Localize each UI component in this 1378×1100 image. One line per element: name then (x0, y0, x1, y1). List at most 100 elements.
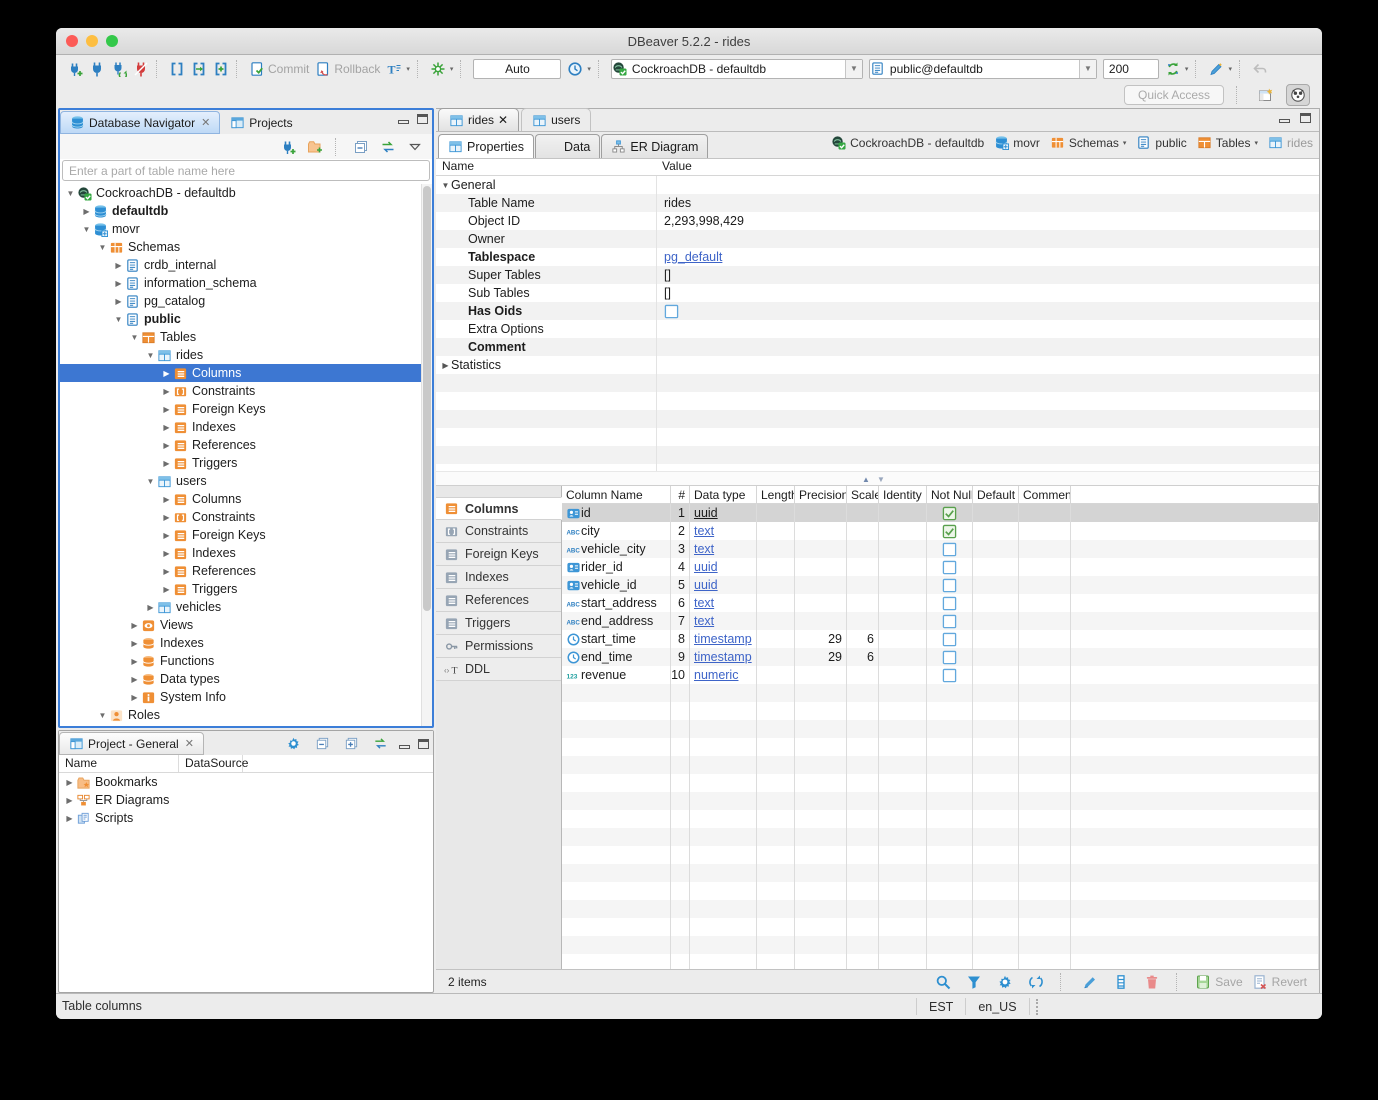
tree-collapsed-arrow-icon[interactable]: ▶ (160, 585, 173, 594)
column-row-start_address[interactable]: ABCstart_address6text (562, 594, 1319, 612)
transaction-log-button[interactable]: ▾ (565, 60, 593, 78)
column-row-id[interactable]: id1uuid (562, 504, 1319, 522)
tree-item-movr[interactable]: ▼movr (60, 220, 432, 238)
tree-collapsed-arrow-icon[interactable]: ▶ (112, 297, 125, 306)
column-not-null[interactable] (927, 576, 973, 594)
tree-item-constraints[interactable]: ▶Constraints (60, 508, 432, 526)
detail-tab-indexes[interactable]: Indexes (436, 566, 561, 589)
run-config-button[interactable]: ▾ (428, 60, 456, 78)
datatype-link[interactable]: text (694, 524, 714, 538)
project-item-bookmarks[interactable]: ▶Bookmarks (59, 773, 433, 791)
tree-collapsed-arrow-icon[interactable]: ▶ (63, 814, 76, 823)
column-row-vehicle_id[interactable]: vehicle_id5uuid (562, 576, 1319, 594)
column-header-data-type[interactable]: Data type (690, 486, 757, 503)
tree-collapsed-arrow-icon[interactable]: ▶ (112, 261, 125, 270)
tree-item-constraints[interactable]: ▶Constraints (60, 382, 432, 400)
maximize-part-button[interactable] (417, 114, 428, 124)
tree-expanded-arrow-icon[interactable]: ▼ (128, 333, 141, 342)
properties-name-header[interactable]: Name (436, 159, 656, 175)
detail-tab-references[interactable]: References (436, 589, 561, 612)
close-tab-icon[interactable]: ✕ (498, 113, 508, 127)
tree-item-columns[interactable]: ▶Columns (60, 364, 432, 382)
property-row-object-id[interactable]: Object ID2,293,998,429 (436, 212, 1319, 230)
column-not-null[interactable] (927, 522, 973, 540)
tree-item-tables[interactable]: ▼Tables (60, 328, 432, 346)
property-row-extra-options[interactable]: Extra Options (436, 320, 1319, 338)
property-row-super-tables[interactable]: Super Tables[] (436, 266, 1319, 284)
tree-item-defaultdb[interactable]: ▶defaultdb (60, 202, 432, 220)
delete-button[interactable] (1142, 973, 1162, 991)
tree-item-indexes[interactable]: ▶Indexes (60, 544, 432, 562)
property-row-owner[interactable]: Owner (436, 230, 1319, 248)
detail-tab-columns[interactable]: Columns (436, 497, 562, 520)
column-not-null[interactable] (927, 594, 973, 612)
column-not-null[interactable] (927, 540, 973, 558)
column-row-rider_id[interactable]: rider_id4uuid (562, 558, 1319, 576)
collapse-all-button[interactable] (313, 735, 332, 752)
tree-expanded-arrow-icon[interactable]: ▼ (80, 225, 93, 234)
edit-button[interactable] (1080, 973, 1100, 991)
navigator-tab-database-navigator[interactable]: Database Navigator✕ (60, 111, 220, 134)
detail-tab-constraints[interactable]: Constraints (436, 520, 561, 543)
sql-editor-button[interactable] (167, 60, 187, 78)
tree-collapsed-arrow-icon[interactable]: ▶ (128, 621, 141, 630)
splitter-up-icon[interactable]: ▲ (862, 475, 870, 484)
tree-collapsed-arrow-icon[interactable]: ▶ (80, 207, 93, 216)
tree-item-public[interactable]: ▼public (60, 310, 432, 328)
tree-item-triggers[interactable]: ▶Triggers (60, 454, 432, 472)
fetch-size-input[interactable]: 200 (1103, 59, 1159, 79)
maximize-part-button[interactable] (1300, 113, 1311, 123)
group-collapsed-arrow-icon[interactable]: ▶ (440, 361, 451, 370)
tree-item-foreign-keys[interactable]: ▶Foreign Keys (60, 526, 432, 544)
link-with-editor-button[interactable] (371, 735, 390, 752)
tree-collapsed-arrow-icon[interactable]: ▶ (160, 441, 173, 450)
datatype-link[interactable]: uuid (694, 578, 718, 592)
new-connection-button[interactable] (65, 60, 85, 78)
property-row-table-name[interactable]: Table Namerides (436, 194, 1319, 212)
tree-collapsed-arrow-icon[interactable]: ▶ (160, 369, 173, 378)
tree-item-columns[interactable]: ▶Columns (60, 490, 432, 508)
column-header--[interactable]: # (671, 486, 690, 503)
project-item-scripts[interactable]: ▶Scripts (59, 809, 433, 827)
column-not-null[interactable] (927, 504, 973, 522)
column-not-null[interactable] (927, 648, 973, 666)
column-header-comment[interactable]: Comment (1019, 486, 1071, 503)
subtab-properties[interactable]: Properties (438, 134, 534, 158)
minimize-part-button[interactable] (1279, 119, 1290, 123)
group-expanded-arrow-icon[interactable]: ▼ (440, 181, 451, 190)
editor-tab-users[interactable]: users (521, 108, 591, 131)
tree-collapsed-arrow-icon[interactable]: ▶ (160, 549, 173, 558)
tree-item-users[interactable]: ▼users (60, 472, 432, 490)
collapse-all-button[interactable] (351, 138, 371, 156)
datatype-link[interactable]: uuid (694, 506, 718, 520)
sql-generator-button[interactable]: ▾ (1206, 60, 1234, 78)
project-tab[interactable]: Project - General✕ (59, 732, 204, 755)
datatype-link[interactable]: text (694, 596, 714, 610)
tree-collapsed-arrow-icon[interactable]: ▶ (160, 513, 173, 522)
filter-button[interactable] (964, 973, 984, 991)
tree-collapsed-arrow-icon[interactable]: ▶ (128, 657, 141, 666)
rollback-button[interactable]: Rollback (313, 60, 382, 78)
column-not-null[interactable] (927, 666, 973, 684)
minimize-part-button[interactable] (399, 745, 410, 749)
property-row-sub-tables[interactable]: Sub Tables[] (436, 284, 1319, 302)
project-item-er-diagrams[interactable]: ▶ER Diagrams (59, 791, 433, 809)
connection-combo[interactable]: CockroachDB - defaultdb▼ (611, 59, 863, 79)
new-connection-button[interactable] (278, 138, 298, 156)
close-tab-icon[interactable]: ✕ (201, 116, 210, 129)
tree-collapsed-arrow-icon[interactable]: ▶ (160, 459, 173, 468)
detail-tab-foreign-keys[interactable]: Foreign Keys (436, 543, 561, 566)
tree-item-pg-catalog[interactable]: ▶pg_catalog (60, 292, 432, 310)
view-menu-button[interactable] (405, 138, 425, 156)
column-not-null[interactable] (927, 558, 973, 576)
tree-item-crdb-internal[interactable]: ▶crdb_internal (60, 256, 432, 274)
tree-collapsed-arrow-icon[interactable]: ▶ (160, 423, 173, 432)
breadcrumb-item-schemas[interactable]: Schemas▾ (1050, 135, 1127, 150)
datatype-link[interactable]: text (694, 614, 714, 628)
column-header-column-name[interactable]: Column Name (562, 486, 671, 503)
compare-button[interactable] (1026, 973, 1046, 991)
tree-collapsed-arrow-icon[interactable]: ▶ (160, 567, 173, 576)
column-row-start_time[interactable]: start_time8timestamp296 (562, 630, 1319, 648)
tree-collapsed-arrow-icon[interactable]: ▶ (128, 675, 141, 684)
tree-item-rides[interactable]: ▼rides (60, 346, 432, 364)
